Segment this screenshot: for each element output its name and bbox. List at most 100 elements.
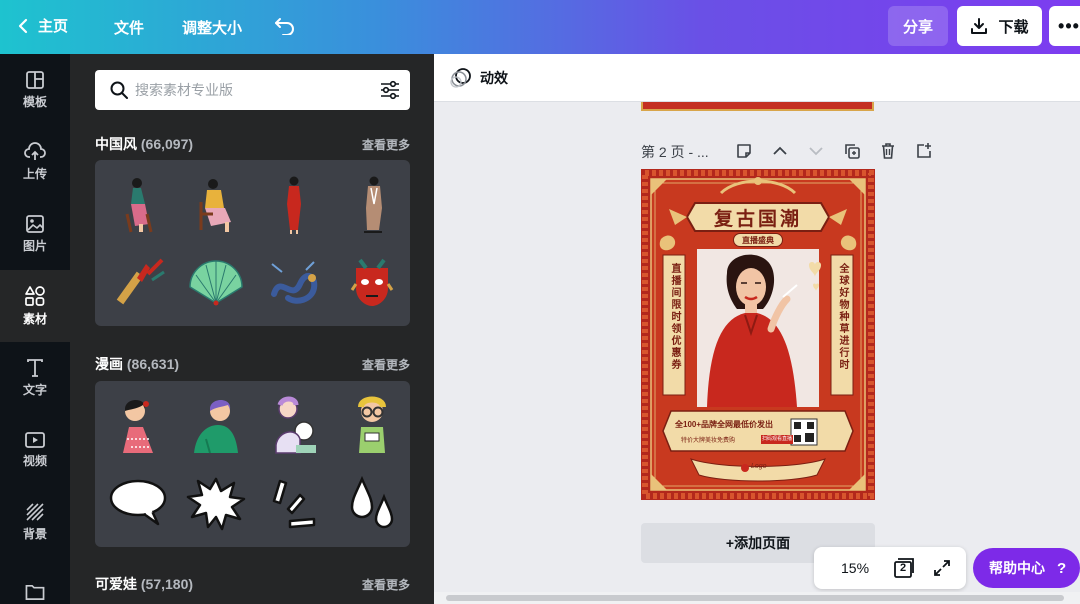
element-thumbnail[interactable]	[264, 473, 324, 533]
element-thumbnail[interactable]	[342, 473, 402, 533]
element-thumbnail[interactable]	[342, 252, 402, 312]
elements-icon	[25, 286, 45, 306]
section-count: (86,631)	[126, 356, 180, 372]
horizontal-scrollbar[interactable]	[434, 592, 1080, 604]
zoom-level[interactable]: 15%	[841, 560, 869, 576]
page-notes-button[interactable]	[726, 140, 762, 162]
element-thumbnail[interactable]	[342, 395, 402, 455]
see-more-link[interactable]: 查看更多	[362, 356, 410, 373]
element-thumbnail[interactable]	[108, 395, 168, 455]
element-thumbnail[interactable]	[108, 174, 168, 234]
woman-qipao-illustration	[287, 176, 301, 234]
download-button[interactable]: 下载	[957, 6, 1042, 46]
section-title-text: 漫画	[95, 356, 123, 372]
search-input[interactable]	[135, 78, 365, 102]
page-title[interactable]: 第 2 页 - ...	[641, 142, 709, 162]
rail-item-text[interactable]: 文字	[0, 342, 70, 414]
element-thumbnail[interactable]	[186, 252, 246, 312]
resize-button[interactable]: 调整大小	[182, 17, 242, 38]
animate-button[interactable]: 动效	[450, 67, 508, 89]
duplicate-page-button[interactable]	[834, 140, 870, 162]
expand-icon	[934, 560, 950, 576]
section-count: (66,097)	[140, 136, 194, 152]
rail-item-folder[interactable]	[0, 564, 70, 604]
rail-item-uploads[interactable]: 上传	[0, 126, 70, 198]
scrollbar-thumb[interactable]	[446, 595, 1064, 601]
zoom-controls: 15% 2	[814, 547, 966, 589]
section-count: (57,180)	[140, 576, 194, 592]
add-page-button[interactable]	[906, 140, 942, 162]
rail-item-elements[interactable]: 素材	[0, 270, 70, 342]
element-thumbnail[interactable]	[264, 252, 324, 312]
section-title[interactable]: 漫画 (86,631)	[95, 354, 179, 374]
emphasis-lines-illustration	[272, 479, 316, 529]
section-header: 可爱娃 (57,180) 查看更多	[95, 574, 410, 594]
previous-page-preview[interactable]	[641, 102, 874, 111]
element-thumbnail[interactable]	[108, 252, 168, 312]
animation-circles-icon	[450, 68, 471, 88]
filter-sliders-icon[interactable]	[379, 80, 401, 100]
see-more-link[interactable]: 查看更多	[362, 136, 410, 153]
section-title-text: 可爱娃	[95, 576, 137, 592]
section-title[interactable]: 可爱娃 (57,180)	[95, 574, 193, 594]
woman-chair-illustration	[199, 179, 231, 232]
background-pattern-icon	[26, 503, 44, 521]
search-bar	[95, 70, 410, 110]
rail-label: 文字	[22, 383, 47, 397]
home-button[interactable]: 主页	[18, 15, 68, 36]
top-bar: 主页 文件 调整大小 分享 下载 •••	[0, 0, 1080, 54]
rail-label: 背景	[22, 527, 47, 541]
rail-item-templates[interactable]: 模板	[0, 54, 70, 126]
section-header: 中国风 (66,097) 查看更多	[95, 134, 410, 154]
element-thumbnail[interactable]	[186, 395, 246, 455]
rail-label: 模板	[22, 95, 47, 109]
rail-label: 图片	[22, 239, 47, 253]
woman-sitting-illustration	[125, 178, 153, 233]
element-thumbnail[interactable]	[342, 174, 402, 234]
chevron-down-icon	[809, 147, 823, 156]
section-header: 漫画 (86,631) 查看更多	[95, 354, 410, 374]
file-menu-button[interactable]: 文件	[114, 17, 144, 38]
page-grid-button[interactable]: 2	[892, 557, 916, 584]
help-center-button[interactable]: 帮助中心 ?	[973, 548, 1080, 588]
element-grid	[95, 160, 410, 326]
chevron-left-icon	[18, 18, 28, 33]
poster-promo-line1: 全100+品牌全网最低价发出	[675, 420, 774, 429]
element-thumbnail[interactable]	[108, 473, 168, 533]
delete-page-button[interactable]	[870, 140, 906, 162]
move-page-up-button[interactable]	[762, 140, 798, 162]
see-more-link[interactable]: 查看更多	[362, 576, 410, 593]
folding-fan-illustration	[189, 260, 243, 306]
element-thumbnail[interactable]	[186, 174, 246, 234]
poster-promo-line2: 特价大牌美妆免费购	[681, 438, 736, 444]
poster-brand: Logo	[751, 463, 767, 470]
help-label: 帮助中心	[989, 560, 1045, 576]
more-options-button[interactable]: •••	[1049, 6, 1080, 46]
element-thumbnail[interactable]	[264, 174, 324, 234]
section-title-text: 中国风	[95, 136, 137, 152]
undo-button[interactable]	[274, 15, 296, 35]
element-thumbnail[interactable]	[264, 395, 324, 455]
element-thumbnail[interactable]	[186, 473, 246, 533]
home-label: 主页	[38, 18, 69, 35]
section-title[interactable]: 中国风 (66,097)	[95, 134, 193, 154]
poster-promo-tag: 扫码观看直播	[761, 436, 792, 442]
comic-boy-illustration	[194, 400, 238, 454]
rail-item-videos[interactable]: 视频	[0, 414, 70, 486]
text-icon	[27, 359, 43, 377]
page-count: 2	[900, 562, 907, 574]
opera-mask-illustration	[350, 258, 394, 306]
move-page-down-button[interactable]	[798, 140, 834, 162]
fullscreen-button[interactable]	[932, 558, 952, 583]
rail-item-backgrounds[interactable]: 背景	[0, 486, 70, 558]
chevron-up-icon	[773, 146, 787, 155]
share-button[interactable]: 分享	[888, 6, 948, 46]
poster-right-vertical-text: 全球好物种草进行时	[837, 263, 848, 371]
lipstick-illustration	[116, 258, 165, 305]
man-suit-illustration	[364, 176, 382, 233]
rail-item-photos[interactable]: 图片	[0, 198, 70, 270]
rail-label: 视频	[22, 454, 47, 468]
burst-bubble-illustration	[186, 477, 246, 531]
download-label: 下载	[998, 18, 1029, 36]
poster-design[interactable]: 复古国潮 直播盛典 直播间限时领优惠券 全球好物种草进行时 全100+品牌全网最…	[641, 169, 875, 500]
